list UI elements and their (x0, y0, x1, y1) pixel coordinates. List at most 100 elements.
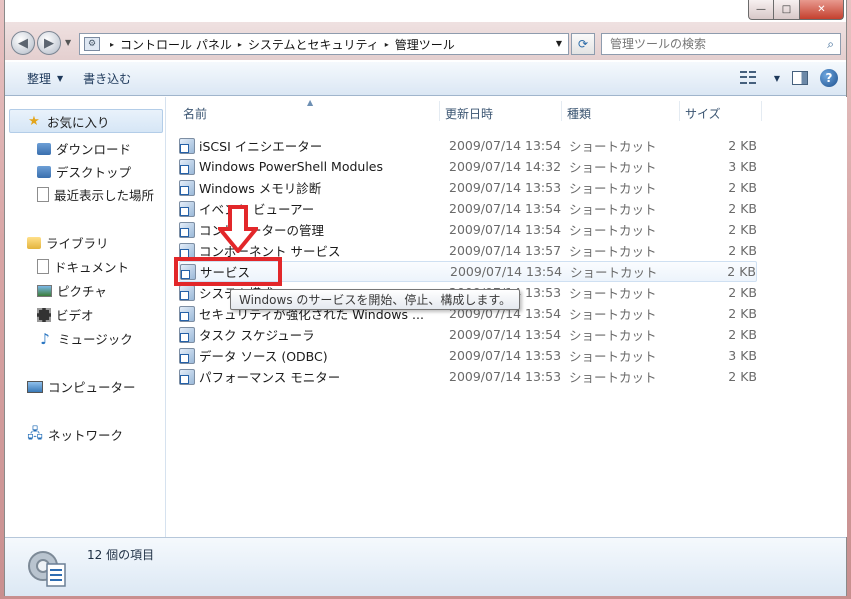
file-type: ショートカット (569, 349, 657, 364)
file-type: ショートカット (569, 370, 657, 385)
preview-pane-icon[interactable] (792, 71, 808, 85)
file-row[interactable]: パフォーマンス モニター 2009/07/14 13:53 ショートカット 2 … (179, 366, 757, 387)
address-bar[interactable]: ⚙ ▸ コントロール パネル ▸ システムとセキュリティ ▸ 管理ツール ▼ (79, 33, 569, 55)
desktop-icon (37, 165, 51, 178)
file-size: 2 KB (728, 243, 757, 258)
column-type[interactable]: 種類 (567, 105, 591, 122)
file-row[interactable]: タスク スケジューラ 2009/07/14 13:54 ショートカット 2 KB (179, 324, 757, 345)
column-divider[interactable] (679, 101, 680, 121)
file-type: ショートカット (569, 181, 657, 196)
file-list: ▲ 名前 更新日時 種類 サイズ iSCSI イニシエーター 2009/07/1… (167, 97, 847, 537)
file-row[interactable]: イベント ビューアー 2009/07/14 13:54 ショートカット 2 KB (179, 198, 757, 219)
address-dropdown-icon[interactable]: ▼ (556, 39, 562, 48)
file-size: 2 KB (728, 201, 757, 216)
maximize-button[interactable]: □ (774, 0, 800, 20)
nav-videos[interactable]: ビデオ (37, 305, 94, 324)
red-highlight-box-annotation (174, 257, 282, 286)
search-box[interactable]: ⌕ (601, 33, 841, 55)
nav-documents-label: ドキュメント (54, 260, 130, 275)
nav-recent-places-label: 最近表示した場所 (54, 188, 155, 203)
nav-computer-label: コンピューター (48, 380, 136, 395)
file-type: ショートカット (569, 244, 657, 259)
recent-pages-dropdown[interactable]: ▼ (65, 38, 71, 47)
more-views-dropdown[interactable]: ▼ (774, 74, 780, 83)
videos-icon (37, 307, 51, 322)
shortcut-icon (179, 305, 195, 322)
column-divider[interactable] (561, 101, 562, 121)
nav-network[interactable]: 🖧 ネットワーク (27, 425, 123, 444)
file-date: 2009/07/14 13:53 (449, 180, 562, 195)
file-date: 2009/07/14 13:53 (449, 348, 562, 363)
file-row[interactable]: Windows PowerShell Modules 2009/07/14 14… (179, 156, 757, 177)
forward-button[interactable]: ▶ (37, 31, 61, 55)
nav-pictures[interactable]: ピクチャ (37, 281, 107, 300)
organize-button[interactable]: 整理 ▼ (17, 70, 73, 87)
nav-favorites[interactable]: ★ お気に入り (9, 109, 163, 133)
file-type: ショートカット (569, 202, 657, 217)
nav-recent-places[interactable]: 最近表示した場所 (37, 185, 154, 204)
details-pane: 12 個の項目 (5, 537, 846, 596)
file-size: 2 KB (728, 180, 757, 195)
nav-downloads-label: ダウンロード (56, 142, 132, 157)
column-divider[interactable] (439, 101, 440, 121)
file-size: 2 KB (728, 369, 757, 384)
column-headers: ▲ 名前 更新日時 種類 サイズ (167, 97, 847, 121)
nav-documents[interactable]: ドキュメント (37, 257, 129, 276)
sort-ascending-icon: ▲ (307, 98, 314, 107)
file-row[interactable]: コンピューターの管理 2009/07/14 13:54 ショートカット 2 KB (179, 219, 757, 240)
file-date: 2009/07/14 13:54 (449, 222, 562, 237)
computer-icon (27, 380, 43, 393)
column-name[interactable]: 名前 (183, 105, 207, 122)
help-icon[interactable]: ? (820, 69, 838, 87)
shortcut-icon (179, 347, 195, 364)
file-size: 2 KB (728, 138, 757, 153)
breadcrumb-admin-tools[interactable]: 管理ツール (395, 36, 455, 53)
admin-tools-icon (28, 551, 66, 587)
nav-music[interactable]: ♪ ミュージック (37, 329, 133, 348)
file-row[interactable]: Windows メモリ診断 2009/07/14 13:53 ショートカット 2… (179, 177, 757, 198)
back-button[interactable]: ◀ (11, 31, 35, 55)
documents-icon (37, 259, 49, 274)
file-type: ショートカット (570, 265, 658, 280)
control-panel-icon: ⚙ (84, 37, 100, 51)
shortcut-icon (179, 368, 195, 385)
file-row[interactable]: iSCSI イニシエーター 2009/07/14 13:54 ショートカット 2… (179, 135, 757, 156)
nav-network-label: ネットワーク (48, 428, 124, 443)
refresh-button[interactable]: ⟳ (571, 33, 595, 55)
search-input[interactable] (610, 37, 810, 51)
music-icon: ♪ (40, 329, 50, 348)
file-date: 2009/07/14 13:57 (449, 243, 562, 258)
minimize-button[interactable]: — (748, 0, 774, 20)
burn-button[interactable]: 書き込む (73, 70, 141, 87)
breadcrumb-separator[interactable]: ▸ (110, 40, 114, 49)
column-date[interactable]: 更新日時 (445, 105, 493, 122)
file-type: ショートカット (569, 223, 657, 238)
change-view-icon[interactable] (739, 71, 756, 85)
shortcut-icon (179, 221, 195, 238)
file-date: 2009/07/14 14:32 (449, 159, 562, 174)
file-name: データ ソース (ODBC) (199, 349, 328, 364)
star-icon: ★ (28, 113, 40, 129)
nav-desktop-label: デスクトップ (56, 165, 132, 180)
file-name: タスク スケジューラ (199, 328, 315, 343)
search-icon[interactable]: ⌕ (827, 37, 834, 52)
shortcut-icon (179, 179, 195, 196)
organize-label: 整理 (27, 72, 52, 86)
nav-computer[interactable]: コンピューター (27, 377, 136, 396)
nav-downloads[interactable]: ダウンロード (37, 139, 131, 158)
breadcrumb-system-security[interactable]: システムとセキュリティ (248, 36, 379, 53)
breadcrumb-separator[interactable]: ▸ (385, 40, 389, 49)
file-size: 2 KB (728, 285, 757, 300)
library-icon (27, 236, 41, 249)
close-button[interactable]: ✕ (800, 0, 844, 20)
breadcrumb-separator[interactable]: ▸ (238, 40, 242, 49)
breadcrumb-control-panel[interactable]: コントロール パネル (120, 36, 232, 53)
file-name: Windows メモリ診断 (199, 181, 322, 196)
column-size[interactable]: サイズ (685, 105, 721, 122)
file-size: 2 KB (728, 306, 757, 321)
nav-libraries[interactable]: ライブラリ (27, 233, 109, 252)
column-divider[interactable] (761, 101, 762, 121)
file-size: 2 KB (728, 327, 757, 342)
file-row[interactable]: データ ソース (ODBC) 2009/07/14 13:53 ショートカット … (179, 345, 757, 366)
nav-desktop[interactable]: デスクトップ (37, 162, 131, 181)
